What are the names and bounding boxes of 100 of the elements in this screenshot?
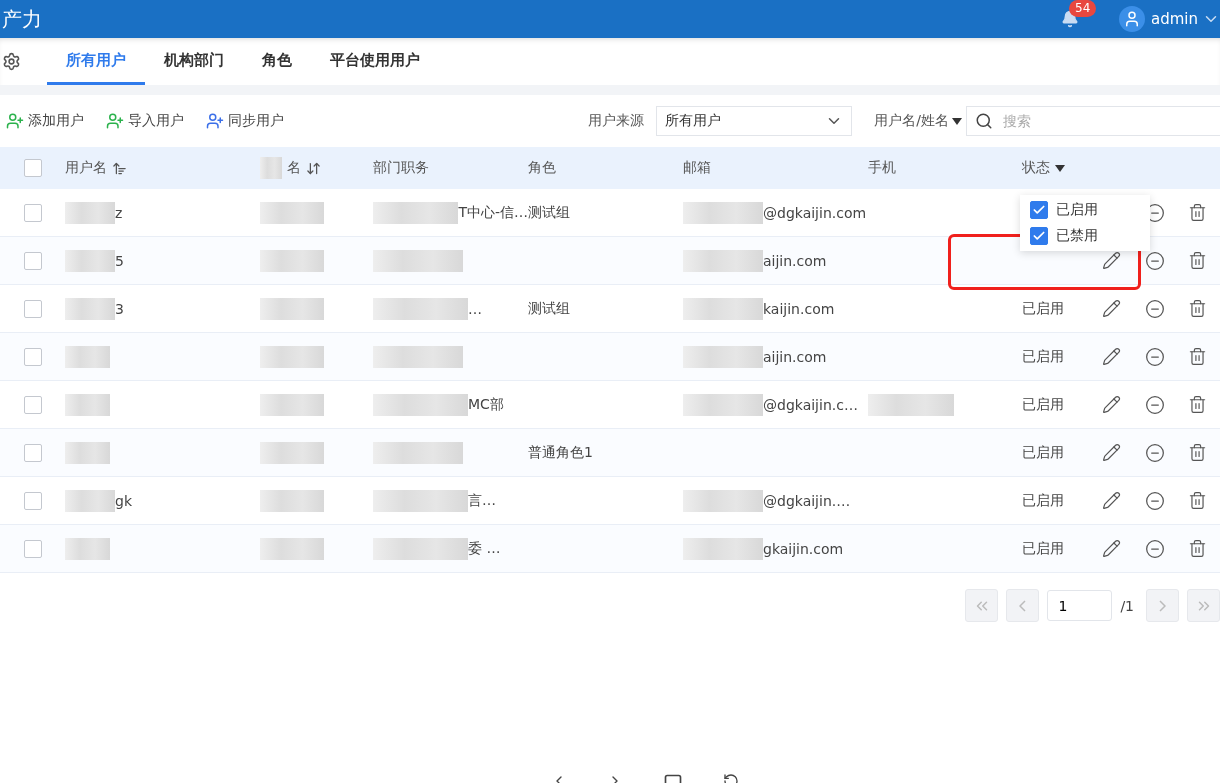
- source-select[interactable]: 所有用户: [656, 106, 853, 136]
- delete-icon[interactable]: [1188, 491, 1207, 510]
- table-cell: aijin.com: [763, 348, 827, 365]
- filter-caret-icon[interactable]: [1055, 164, 1065, 172]
- minus-circle-icon[interactable]: [1145, 298, 1165, 319]
- check-icon: [1032, 229, 1046, 243]
- row-checkbox[interactable]: [24, 251, 42, 270]
- settings-icon[interactable]: [2, 52, 21, 71]
- status-text: 已启用: [1022, 491, 1064, 510]
- edit-icon[interactable]: [1102, 395, 1121, 414]
- edit-icon[interactable]: [1102, 443, 1121, 462]
- tab[interactable]: 角色: [243, 38, 311, 85]
- redacted-block: [260, 537, 324, 560]
- redacted-block: [65, 297, 115, 320]
- column-header[interactable]: 名: [287, 159, 301, 177]
- table-cell: gkaijin.com: [763, 540, 844, 557]
- table-cell: 5: [115, 252, 124, 269]
- row-checkbox[interactable]: [24, 203, 42, 222]
- search-field[interactable]: 搜索: [966, 106, 1220, 136]
- redacted-block: [260, 489, 324, 512]
- search-icon: [975, 112, 993, 130]
- minus-circle-icon[interactable]: [1145, 346, 1165, 367]
- table-cell: gk: [115, 492, 132, 509]
- table-cell: 3: [115, 300, 124, 317]
- table-cell: 普通角色1: [528, 443, 593, 462]
- status-text: 已启用: [1022, 347, 1064, 366]
- table-cell: T中心-信…: [458, 203, 528, 222]
- table-cell: @dgkaijin.…: [763, 492, 851, 509]
- minus-circle-icon[interactable]: [1145, 250, 1165, 271]
- delete-icon[interactable]: [1188, 539, 1207, 558]
- delete-icon[interactable]: [1188, 299, 1207, 318]
- row-checkbox[interactable]: [24, 347, 42, 366]
- row-checkbox[interactable]: [24, 395, 42, 414]
- filter-option[interactable]: 已禁用: [1030, 227, 1140, 245]
- user-add-icon: [206, 112, 224, 130]
- table-cell: @dgkaijin.com: [763, 204, 867, 221]
- edit-icon[interactable]: [1102, 347, 1121, 366]
- redacted-block: [260, 297, 324, 320]
- table-cell: aijin.com: [763, 252, 827, 269]
- table-cell: …: [468, 300, 482, 317]
- minus-circle-icon[interactable]: [1145, 538, 1165, 559]
- toolbar-button[interactable]: 导入用户: [106, 112, 184, 130]
- table-cell: z: [115, 204, 123, 221]
- edit-icon[interactable]: [1102, 491, 1121, 510]
- tab[interactable]: 平台使用用户: [311, 38, 439, 85]
- delete-icon[interactable]: [1188, 395, 1207, 414]
- caret-down-icon[interactable]: [952, 117, 962, 125]
- redacted-block: [260, 249, 324, 272]
- row-checkbox[interactable]: [24, 491, 42, 510]
- status-text: 已启用: [1022, 395, 1064, 414]
- status-text: 已启用: [1022, 539, 1064, 558]
- column-header[interactable]: 状态: [1022, 159, 1050, 177]
- tab[interactable]: 所有用户: [47, 38, 145, 85]
- delete-icon[interactable]: [1188, 203, 1207, 222]
- user-add-icon: [6, 112, 24, 130]
- filter-option[interactable]: 已启用: [1030, 201, 1140, 219]
- search-scope-dropdown[interactable]: 用户名/姓名: [874, 112, 962, 130]
- toolbar-button[interactable]: 同步用户: [206, 112, 284, 130]
- redacted-block: [65, 201, 115, 224]
- minus-circle-icon[interactable]: [1145, 394, 1165, 415]
- minus-circle-icon[interactable]: [1145, 490, 1165, 511]
- row-checkbox[interactable]: [24, 443, 42, 462]
- edit-icon[interactable]: [1102, 539, 1121, 558]
- user-add-icon: [106, 112, 124, 130]
- bell-icon[interactable]: [1061, 10, 1079, 28]
- user-name[interactable]: admin: [1151, 10, 1198, 28]
- column-header: 角色: [528, 159, 556, 177]
- redacted-block: [65, 345, 110, 368]
- redacted-block: [65, 249, 115, 272]
- redacted-block: [260, 201, 324, 224]
- redacted-block: [260, 441, 324, 464]
- table-cell: kaijin.com: [763, 300, 835, 317]
- edit-icon[interactable]: [1102, 299, 1121, 318]
- table-cell: MC部: [468, 395, 504, 414]
- tab[interactable]: 机构部门: [145, 38, 243, 85]
- delete-icon[interactable]: [1188, 443, 1207, 462]
- table-cell: 测试组: [528, 299, 570, 318]
- redacted-block: [65, 393, 110, 416]
- toolbar-button[interactable]: 添加用户: [6, 112, 84, 130]
- page-input[interactable]: 1: [1047, 590, 1113, 621]
- notification-count: 54: [1069, 0, 1097, 17]
- row-checkbox[interactable]: [24, 299, 42, 318]
- select-all-checkbox[interactable]: [24, 159, 42, 177]
- sort-icon[interactable]: [306, 160, 321, 176]
- source-label: 用户来源: [588, 112, 645, 130]
- sort-icon[interactable]: [112, 160, 127, 176]
- table-cell: 测试组: [528, 203, 570, 222]
- delete-icon[interactable]: [1188, 347, 1207, 366]
- redacted-block: [65, 537, 110, 560]
- minus-circle-icon[interactable]: [1145, 442, 1165, 463]
- redacted-block: [260, 157, 282, 179]
- row-checkbox[interactable]: [24, 539, 42, 558]
- table-cell: 言…: [468, 491, 496, 510]
- page-total: /1: [1120, 597, 1134, 614]
- user-avatar[interactable]: [1119, 6, 1145, 32]
- delete-icon[interactable]: [1188, 251, 1207, 270]
- column-header[interactable]: 用户名: [65, 159, 107, 177]
- status-text: 已启用: [1022, 443, 1064, 462]
- edit-icon[interactable]: [1102, 251, 1121, 270]
- redacted-block: [260, 345, 324, 368]
